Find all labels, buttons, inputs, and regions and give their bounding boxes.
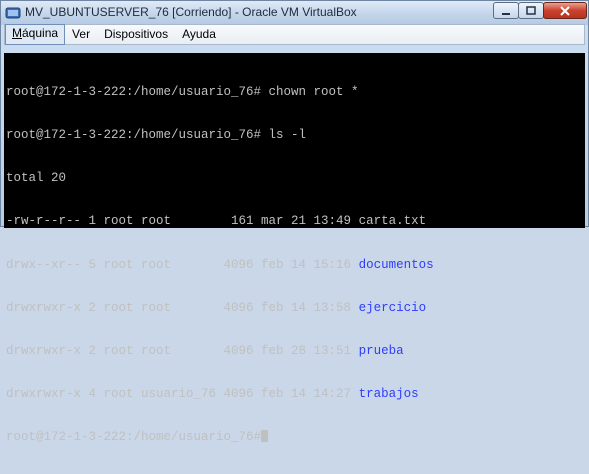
terminal-screen[interactable]: root@172-1-3-222:/home/usuario_76# chown… [4, 53, 585, 444]
maximize-button[interactable] [518, 2, 544, 19]
terminal-cursor [261, 430, 269, 443]
menu-ayuda[interactable]: Ayuda [175, 25, 223, 44]
terminal-prompt: root@172-1-3-222:/home/usuario_76# [6, 430, 262, 445]
file-entry-meta: drwxrwxr-x 4 root usuario_76 4096 feb 14… [6, 387, 359, 402]
terminal-line: drwxrwxr-x 2 root root 4096 feb 28 13:51… [6, 344, 585, 358]
menu-dispositivos[interactable]: Dispositivos [97, 25, 175, 44]
terminal-line: drwx--xr-- 5 root root 4096 feb 14 15:16… [6, 258, 585, 272]
minimize-button[interactable] [493, 2, 519, 19]
title-bar[interactable]: MV_UBUNTUSERVER_76 [Corriendo] - Oracle … [1, 1, 588, 25]
maximize-icon [526, 5, 536, 15]
close-button[interactable] [543, 2, 587, 19]
file-name: carta.txt [358, 214, 427, 229]
directory-name: documentos [358, 257, 434, 272]
terminal-line: root@172-1-3-222:/home/usuario_76# [6, 430, 585, 444]
virtualbox-icon [5, 7, 21, 19]
terminal-line: root@172-1-3-222:/home/usuario_76# ls -l [6, 128, 585, 142]
terminal-line-text: total 20 [6, 171, 67, 186]
file-entry-meta: drwx--xr-- 5 root root 4096 feb 14 15:16 [6, 257, 359, 272]
terminal-line: -rw-r--r-- 1 root root 161 mar 21 13:49 … [6, 214, 585, 228]
minimize-icon [502, 12, 510, 15]
menu-bar: Máquina Ver Dispositivos Ayuda [4, 24, 585, 45]
window-title: MV_UBUNTUSERVER_76 [Corriendo] - Oracle … [25, 5, 357, 19]
file-entry-meta: drwxrwxr-x 2 root root 4096 feb 14 13:58 [6, 300, 359, 315]
terminal-line-text: root@172-1-3-222:/home/usuario_76# chown… [6, 84, 359, 99]
menu-ver[interactable]: Ver [65, 25, 97, 44]
directory-name: prueba [358, 344, 404, 359]
menu-maquina[interactable]: Máquina [5, 24, 66, 45]
file-entry-meta: -rw-r--r-- 1 root root 161 mar 21 13:49 [6, 214, 359, 229]
file-entry-meta: drwxrwxr-x 2 root root 4096 feb 28 13:51 [6, 344, 359, 359]
directory-name: trabajos [358, 387, 419, 402]
terminal-line: drwxrwxr-x 4 root usuario_76 4096 feb 14… [6, 387, 585, 401]
terminal-line-text: root@172-1-3-222:/home/usuario_76# ls -l [6, 128, 307, 143]
terminal-line: root@172-1-3-222:/home/usuario_76# chown… [6, 85, 585, 99]
terminal-line: drwxrwxr-x 2 root root 4096 feb 14 13:58… [6, 301, 585, 315]
terminal-line: total 20 [6, 171, 585, 185]
directory-name: ejercicio [358, 300, 427, 315]
virtualbox-window: MV_UBUNTUSERVER_76 [Corriendo] - Oracle … [0, 0, 589, 444]
close-icon [560, 5, 570, 16]
